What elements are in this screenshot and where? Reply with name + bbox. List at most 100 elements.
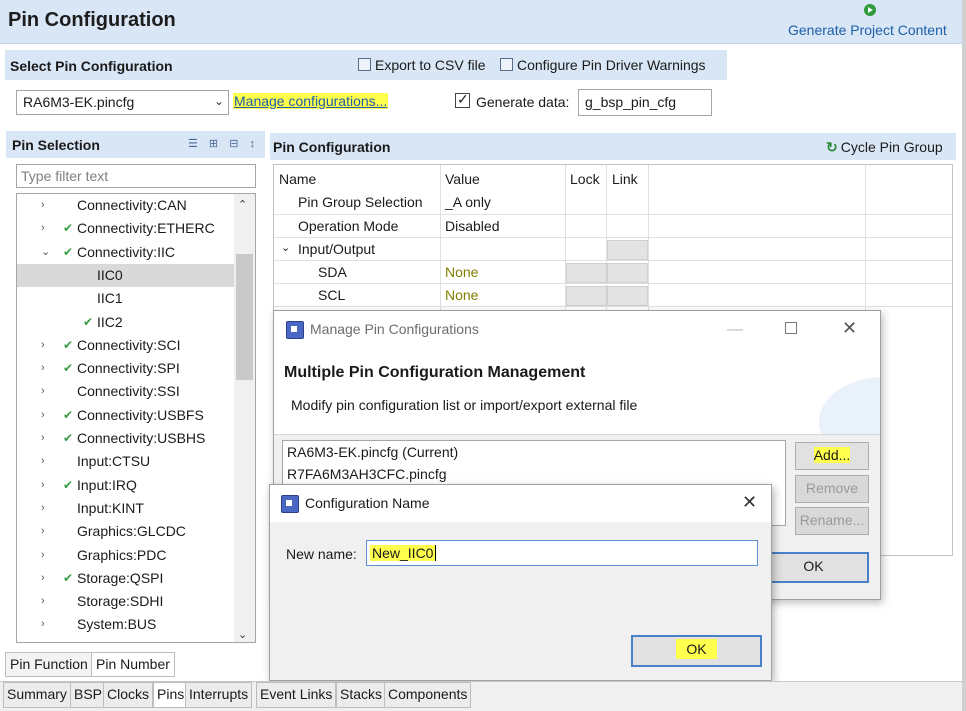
- lock-icon[interactable]: [566, 263, 607, 283]
- tab-pins[interactable]: Pins: [153, 682, 189, 708]
- chevron-right-icon[interactable]: ›: [41, 194, 45, 217]
- tree-item[interactable]: › Connectivity:SSI: [17, 380, 234, 403]
- chevron-up-icon[interactable]: ⌃: [238, 198, 247, 211]
- tab-stacks[interactable]: Stacks: [336, 682, 387, 708]
- column-header-link: Link: [612, 171, 638, 187]
- tree-item-label: Connectivity:CAN: [77, 197, 187, 213]
- close-icon[interactable]: ✕: [742, 492, 757, 513]
- chevron-right-icon[interactable]: ›: [41, 334, 45, 357]
- cycle-pin-group-button[interactable]: ↻ Cycle Pin Group: [826, 139, 943, 156]
- chevron-right-icon[interactable]: ›: [41, 497, 45, 520]
- minimize-icon[interactable]: —: [727, 321, 743, 339]
- run-icon[interactable]: [864, 4, 876, 16]
- chevron-right-icon[interactable]: ›: [41, 567, 45, 590]
- tab-pin-number[interactable]: Pin Number: [91, 652, 175, 677]
- list-item[interactable]: RA6M3-EK.pincfg (Current): [287, 444, 458, 460]
- ok-button[interactable]: OK: [631, 635, 762, 667]
- tree-toolbar-icons[interactable]: ☰ ⊞ ⊟ ↕: [188, 137, 259, 150]
- config-select-value: RA6M3-EK.pincfg: [23, 94, 135, 110]
- tree-item[interactable]: › ✔ Connectivity:SPI: [17, 357, 234, 380]
- new-name-value: New_IIC0: [370, 545, 437, 561]
- tree-item[interactable]: › Input:CTSU: [17, 450, 234, 473]
- tree-item[interactable]: › Storage:SDHI: [17, 590, 234, 613]
- window-edge: [962, 0, 966, 711]
- remove-button[interactable]: Remove: [795, 475, 869, 503]
- link-icon[interactable]: [607, 263, 648, 283]
- tab-clocks[interactable]: Clocks: [103, 682, 154, 708]
- check-icon: ✔: [63, 431, 74, 445]
- chevron-down-icon[interactable]: ⌄: [238, 628, 247, 641]
- tree-item[interactable]: › ✔ Connectivity:SCI: [17, 334, 234, 357]
- maximize-icon[interactable]: [785, 322, 797, 334]
- chevron-down-icon[interactable]: ⌄: [41, 241, 50, 264]
- row-name: Pin Group Selection: [298, 194, 423, 210]
- tab-interrupts[interactable]: Interrupts: [185, 682, 253, 708]
- dialog-title: Manage Pin Configurations: [310, 321, 479, 337]
- chevron-right-icon[interactable]: ›: [41, 217, 45, 240]
- manage-ok-button[interactable]: OK: [758, 552, 869, 583]
- tree-item[interactable]: › ✔ Connectivity:USBFS: [17, 404, 234, 427]
- row-value[interactable]: None: [445, 264, 478, 280]
- config-select[interactable]: RA6M3-EK.pincfg ⌄: [16, 90, 229, 115]
- dialog-subtitle: Modify pin configuration list or import/…: [291, 397, 638, 413]
- configure-warnings-label: Configure Pin Driver Warnings: [517, 57, 706, 73]
- close-icon[interactable]: ✕: [842, 318, 857, 339]
- chevron-right-icon[interactable]: ›: [41, 590, 45, 613]
- chevron-right-icon[interactable]: ›: [41, 474, 45, 497]
- tree-item-label: Connectivity:SSI: [77, 383, 180, 400]
- tree-item[interactable]: › ✔ Input:IRQ: [17, 474, 234, 497]
- generate-data-input[interactable]: g_bsp_pin_cfg: [578, 89, 712, 116]
- tree-item[interactable]: IIC1: [17, 287, 234, 310]
- generate-project-content-link[interactable]: Generate Project Content: [788, 22, 947, 38]
- lock-icon[interactable]: [566, 286, 607, 306]
- check-icon: ✔: [63, 407, 74, 422]
- tab-components[interactable]: Components: [384, 682, 472, 708]
- tab-event-links[interactable]: Event Links: [256, 682, 337, 708]
- tree-scroll-thumb[interactable]: [236, 254, 253, 380]
- link-icon[interactable]: [607, 240, 648, 260]
- tree-item[interactable]: › System:BUS: [17, 613, 234, 636]
- tree-item[interactable]: › Input:KINT: [17, 497, 234, 520]
- tree-item-label: Storage:SDHI: [77, 593, 164, 610]
- tree-item[interactable]: › ✔ Connectivity:ETHERC: [17, 217, 234, 240]
- tab-pin-function[interactable]: Pin Function: [5, 652, 93, 677]
- chevron-right-icon[interactable]: ›: [41, 520, 45, 543]
- manage-configurations-link[interactable]: Manage configurations...: [233, 93, 389, 109]
- tab-summary[interactable]: Summary: [3, 682, 71, 708]
- tree-item[interactable]: IIC0: [17, 263, 234, 287]
- link-icon[interactable]: [607, 286, 648, 306]
- new-name-input[interactable]: New_IIC0: [366, 540, 758, 566]
- tree-item[interactable]: ✔ IIC2: [17, 311, 234, 334]
- tree-item-label: Graphics:PDC: [77, 546, 167, 563]
- check-icon: ✔: [63, 477, 74, 492]
- export-csv-button[interactable]: Export to CSV file: [358, 57, 486, 73]
- check-icon: ✔: [63, 221, 74, 236]
- row-value[interactable]: Disabled: [445, 218, 499, 234]
- tree-item[interactable]: ⌄ ✔ Connectivity:IIC: [17, 241, 234, 264]
- tree-item[interactable]: › ✔ Storage:QSPI: [17, 567, 234, 590]
- tree-item[interactable]: › Graphics:GLCDC: [17, 520, 234, 543]
- rename-button[interactable]: Rename...: [795, 507, 869, 535]
- column-header-value: Value: [445, 171, 480, 187]
- tree-item[interactable]: › ✔ Connectivity:USBHS: [17, 427, 234, 450]
- chevron-right-icon[interactable]: ›: [41, 544, 45, 567]
- filter-input[interactable]: Type filter text: [16, 164, 256, 188]
- expand-arrow-icon[interactable]: ⌄: [281, 241, 290, 254]
- list-item[interactable]: R7FA6M3AH3CFC.pincfg: [287, 466, 447, 482]
- row-value[interactable]: None: [445, 287, 478, 303]
- chevron-right-icon[interactable]: ›: [41, 613, 45, 636]
- chevron-right-icon[interactable]: ›: [41, 380, 45, 403]
- configure-warnings-button[interactable]: Configure Pin Driver Warnings: [500, 57, 706, 73]
- generate-data-checkbox[interactable]: [455, 91, 470, 108]
- tab-bsp[interactable]: BSP: [70, 682, 107, 708]
- chevron-right-icon[interactable]: ›: [41, 450, 45, 473]
- row-value[interactable]: _A only: [445, 194, 491, 210]
- chevron-right-icon[interactable]: ›: [41, 357, 45, 380]
- add-button[interactable]: Add...: [795, 442, 869, 470]
- tree-item-label: Input:IRQ: [77, 476, 137, 493]
- tree-item[interactable]: › Connectivity:CAN: [17, 194, 234, 217]
- chevron-right-icon[interactable]: ›: [41, 427, 45, 450]
- tree-item[interactable]: › Graphics:PDC: [17, 544, 234, 567]
- chevron-right-icon[interactable]: ›: [41, 404, 45, 427]
- tree-item-label: System:BUS: [77, 616, 157, 633]
